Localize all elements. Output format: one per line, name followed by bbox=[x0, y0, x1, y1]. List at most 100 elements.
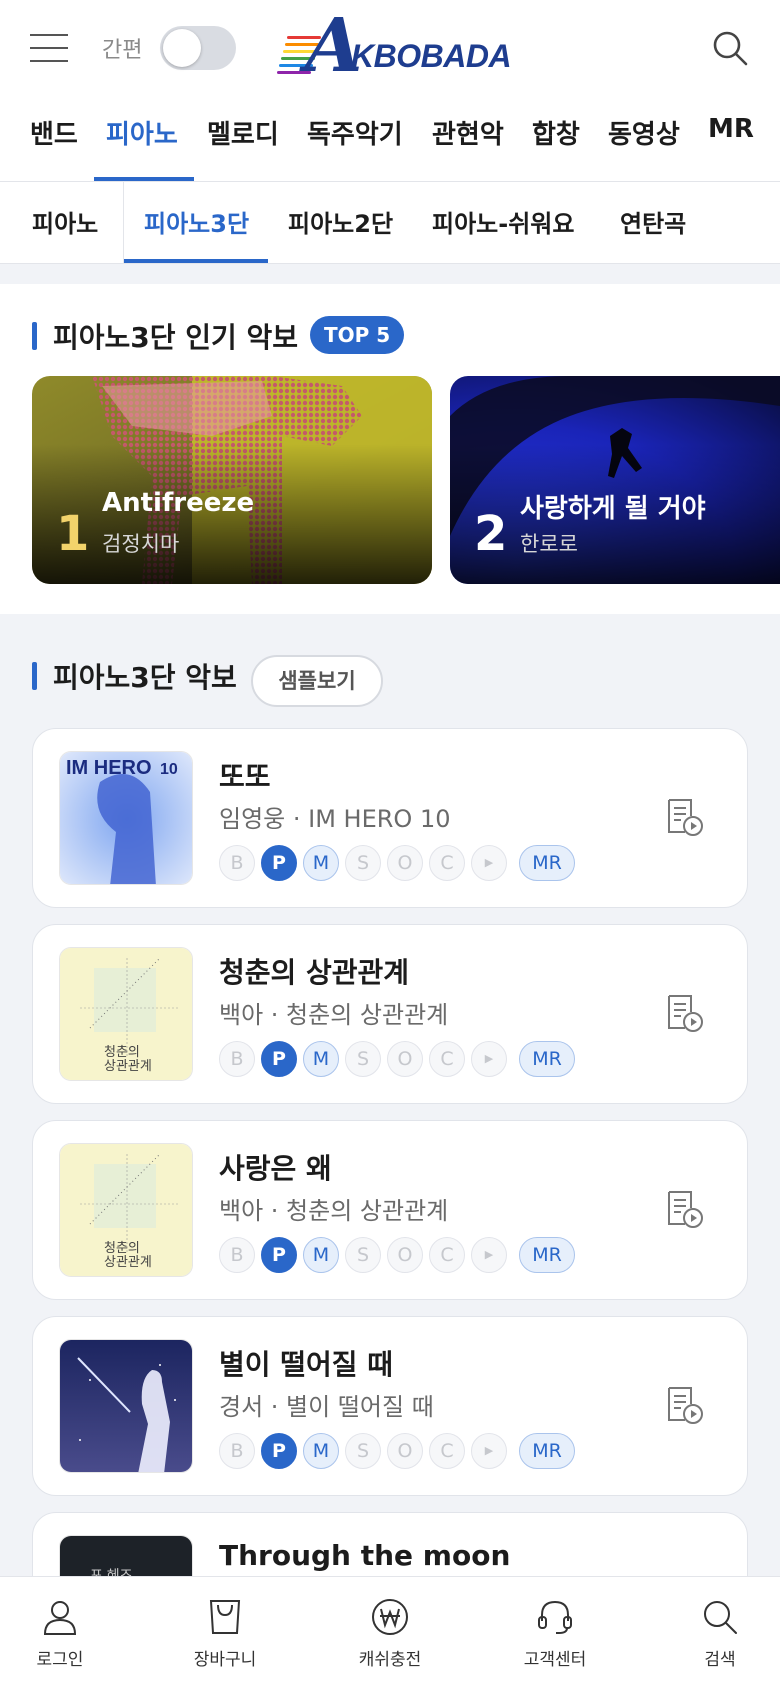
badge-p[interactable]: P bbox=[261, 1041, 297, 1077]
main-nav-item-video[interactable]: 동영상 bbox=[608, 114, 680, 151]
badge-mr[interactable]: MR bbox=[519, 1433, 575, 1469]
toggle-knob bbox=[163, 29, 201, 67]
badge-s[interactable]: S bbox=[345, 845, 381, 881]
sheet-preview-icon[interactable] bbox=[665, 1385, 705, 1425]
sheets-section-title: 피아노3단 악보 bbox=[32, 656, 237, 696]
simple-mode-toggle[interactable] bbox=[160, 26, 236, 70]
sub-nav-divider bbox=[123, 182, 124, 264]
badge-mr[interactable]: MR bbox=[519, 1237, 575, 1273]
badge-b[interactable]: B bbox=[219, 845, 255, 881]
svg-text:청춘의: 청춘의 bbox=[104, 1240, 140, 1255]
sheet-title: 청춘의 상관관계 bbox=[219, 956, 410, 989]
sub-nav-item-piano-easy[interactable]: 피아노-쉬워요 bbox=[432, 204, 574, 239]
badge-play[interactable]: ▶ bbox=[471, 1433, 507, 1469]
person-icon bbox=[43, 1601, 77, 1635]
sheet-preview-icon[interactable] bbox=[665, 1189, 705, 1229]
sub-nav-active-indicator bbox=[124, 259, 268, 263]
popular-sheets-section: 피아노3단 인기 악보 TOP 5 1 Antifreeze 검정치마 2 사랑… bbox=[0, 284, 780, 614]
badge-play[interactable]: ▶ bbox=[471, 1237, 507, 1273]
badge-s[interactable]: S bbox=[345, 1433, 381, 1469]
sheet-row[interactable]: 별이 떨어질 때 경서 · 별이 떨어질 때 B P M S O C ▶ MR bbox=[32, 1316, 748, 1496]
badge-p[interactable]: P bbox=[261, 1433, 297, 1469]
sheet-row[interactable]: 청춘의 상관관계 청춘의 상관관계 백아 · 청춘의 상관관계 B P M S … bbox=[32, 924, 748, 1104]
badge-s[interactable]: S bbox=[345, 1237, 381, 1273]
album-thumb-youth-correlation: 청춘의 상관관계 bbox=[59, 947, 193, 1081]
section-title-bar bbox=[32, 322, 37, 350]
main-nav-item-piano[interactable]: 피아노 bbox=[106, 114, 178, 151]
top5-badge: TOP 5 bbox=[310, 316, 405, 354]
svg-text:IM HERO: IM HERO bbox=[66, 757, 152, 779]
popular-card-1[interactable]: 1 Antifreeze 검정치마 bbox=[32, 376, 432, 584]
badge-p[interactable]: P bbox=[261, 1237, 297, 1273]
search-icon[interactable] bbox=[710, 28, 750, 68]
sheet-row[interactable]: IM HERO 10 또또 임영웅 · IM HERO 10 B P M S O… bbox=[32, 728, 748, 908]
main-nav-item-band[interactable]: 밴드 bbox=[30, 114, 78, 151]
svg-text:청춘의: 청춘의 bbox=[104, 1044, 140, 1059]
main-nav-active-indicator bbox=[94, 177, 194, 181]
sample-view-button[interactable]: 샘플보기 bbox=[251, 655, 383, 707]
main-nav-item-choir[interactable]: 합창 bbox=[532, 114, 580, 151]
badge-o[interactable]: O bbox=[387, 1237, 423, 1273]
sheet-subtitle: 임영웅 · IM HERO 10 bbox=[219, 805, 451, 833]
badge-play[interactable]: ▶ bbox=[471, 845, 507, 881]
headset-icon bbox=[538, 1600, 572, 1634]
main-nav-item-solo-instrument[interactable]: 독주악기 bbox=[307, 114, 403, 151]
popular-section-title: 피아노3단 인기 악보 bbox=[32, 316, 298, 356]
section-title-bar bbox=[32, 662, 37, 690]
sheet-title: 사랑은 왜 bbox=[219, 1152, 332, 1185]
bottom-nav-login[interactable]: 로그인 bbox=[5, 1597, 115, 1670]
badge-o[interactable]: O bbox=[387, 1433, 423, 1469]
badge-m[interactable]: M bbox=[303, 845, 339, 881]
popular-card-2[interactable]: 2 사랑하게 될 거야 한로로 bbox=[450, 376, 780, 584]
akbobada-logo[interactable]: A KBOBADA bbox=[277, 6, 512, 88]
badge-play[interactable]: ▶ bbox=[471, 1041, 507, 1077]
sheet-title: 별이 떨어질 때 bbox=[219, 1348, 394, 1381]
badge-c[interactable]: C bbox=[429, 1237, 465, 1273]
sub-nav-item-duet[interactable]: 연탄곡 bbox=[620, 204, 686, 239]
badge-mr[interactable]: MR bbox=[519, 1041, 575, 1077]
arrangement-badges: B P M S O C ▶ MR bbox=[219, 1237, 581, 1273]
badge-b[interactable]: B bbox=[219, 1237, 255, 1273]
svg-text:상관관계: 상관관계 bbox=[104, 1058, 152, 1073]
sheet-subtitle: 백아 · 청춘의 상관관계 bbox=[219, 1001, 449, 1029]
main-nav-item-melody[interactable]: 멜로디 bbox=[207, 114, 279, 151]
bottom-nav-cash-charge[interactable]: 캐쉬충전 bbox=[335, 1597, 445, 1670]
card-rank: 1 bbox=[56, 506, 90, 562]
card-rank: 2 bbox=[474, 506, 508, 562]
badge-s[interactable]: S bbox=[345, 1041, 381, 1077]
main-nav-item-orchestra[interactable]: 관현악 bbox=[432, 114, 504, 151]
main-category-nav: 밴드 피아노 멜로디 독주악기 관현악 합창 동영상 MR bbox=[0, 98, 780, 182]
badge-m[interactable]: M bbox=[303, 1433, 339, 1469]
main-nav-item-mr[interactable]: MR bbox=[708, 114, 754, 144]
badge-m[interactable]: M bbox=[303, 1237, 339, 1273]
bottom-nav-customer-center[interactable]: 고객센터 bbox=[500, 1597, 610, 1670]
badge-m[interactable]: M bbox=[303, 1041, 339, 1077]
sheet-subtitle: 백아 · 청춘의 상관관계 bbox=[219, 1197, 449, 1225]
album-thumb-when-stars-fall bbox=[59, 1339, 193, 1473]
bottom-nav-search[interactable]: 검색 bbox=[665, 1597, 775, 1670]
sheet-preview-icon[interactable] bbox=[665, 797, 705, 837]
badge-c[interactable]: C bbox=[429, 1433, 465, 1469]
sheet-subtitle: 경서 · 별이 떨어질 때 bbox=[219, 1393, 434, 1421]
card-title: 사랑하게 될 거야 bbox=[520, 494, 706, 524]
sheet-preview-icon[interactable] bbox=[665, 993, 705, 1033]
svg-text:10: 10 bbox=[160, 761, 178, 778]
badge-o[interactable]: O bbox=[387, 1041, 423, 1077]
sheet-row[interactable]: 청춘의 상관관계 사랑은 왜 백아 · 청춘의 상관관계 B P M S O C… bbox=[32, 1120, 748, 1300]
sheet-title: Through the moon bbox=[219, 1539, 511, 1572]
card-title: Antifreeze bbox=[102, 488, 255, 518]
hamburger-menu-icon[interactable] bbox=[30, 34, 68, 62]
badge-c[interactable]: C bbox=[429, 845, 465, 881]
album-thumb-im-hero: IM HERO 10 bbox=[59, 751, 193, 885]
badge-b[interactable]: B bbox=[219, 1433, 255, 1469]
badge-mr[interactable]: MR bbox=[519, 845, 575, 881]
badge-c[interactable]: C bbox=[429, 1041, 465, 1077]
badge-p[interactable]: P bbox=[261, 845, 297, 881]
sub-nav-item-piano[interactable]: 피아노 bbox=[32, 204, 98, 239]
sub-nav-item-piano-3-staff[interactable]: 피아노3단 bbox=[144, 204, 249, 239]
card-artist: 검정치마 bbox=[102, 532, 180, 556]
sub-nav-item-piano-2-staff[interactable]: 피아노2단 bbox=[288, 204, 393, 239]
bottom-nav-cart[interactable]: 장바구니 bbox=[170, 1597, 280, 1670]
badge-b[interactable]: B bbox=[219, 1041, 255, 1077]
badge-o[interactable]: O bbox=[387, 845, 423, 881]
